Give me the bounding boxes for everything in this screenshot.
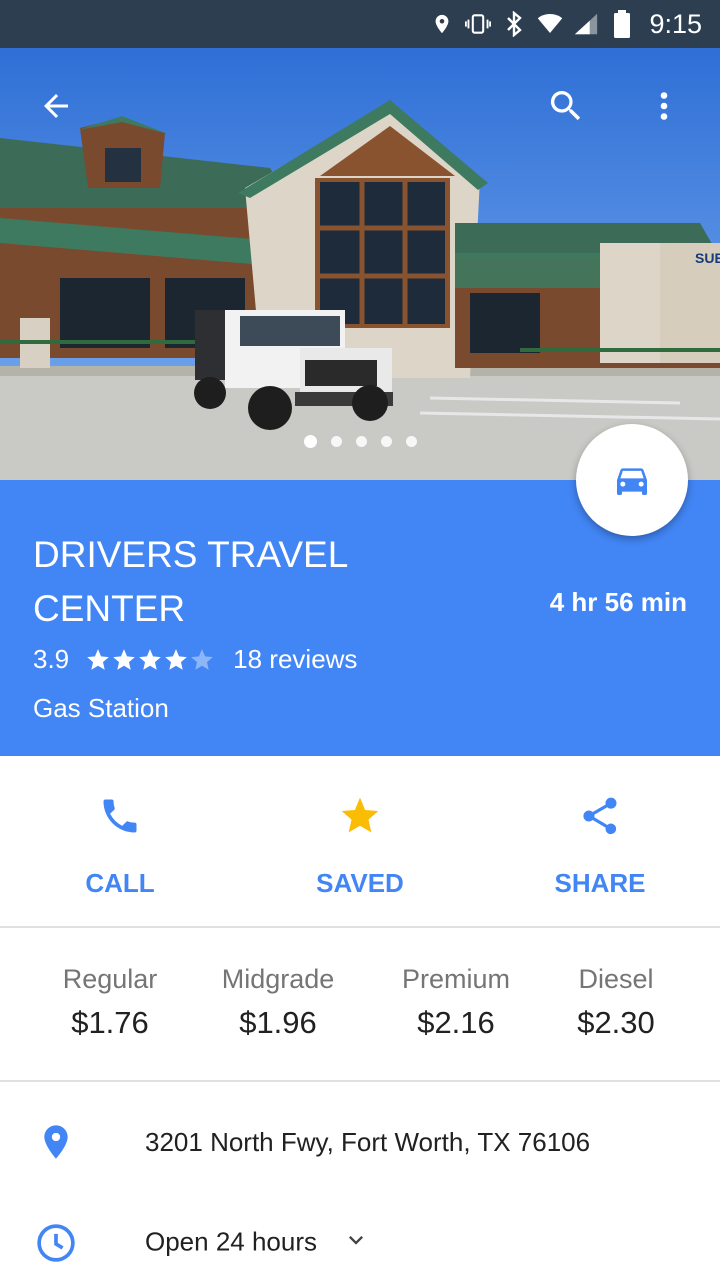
location-icon bbox=[429, 11, 455, 37]
share-icon bbox=[576, 792, 624, 840]
address-row[interactable]: 3201 North Fwy, Fort Worth, TX 76106 bbox=[0, 1102, 720, 1182]
battery-icon bbox=[609, 10, 635, 38]
price-value: $2.16 bbox=[417, 1005, 495, 1040]
phone-icon bbox=[96, 792, 144, 840]
back-arrow-icon bbox=[44, 94, 68, 118]
price-regular: Regular $1.76 bbox=[50, 964, 170, 1041]
hours-label: Open 24 hours bbox=[145, 1225, 318, 1256]
price-diesel: Diesel $2.30 bbox=[556, 964, 676, 1041]
share-label: SHARE bbox=[554, 868, 646, 898]
price-grade: Diesel bbox=[578, 964, 654, 994]
rating-row[interactable]: 3.9 18 reviews bbox=[33, 644, 357, 675]
price-grade: Premium bbox=[401, 964, 510, 994]
price-value: $1.76 bbox=[71, 1005, 149, 1040]
star-empty-icon bbox=[191, 648, 213, 670]
price-grade: Regular bbox=[62, 964, 158, 994]
more-vert-icon bbox=[660, 92, 668, 120]
hours-row[interactable]: Open 24 hours bbox=[0, 1203, 720, 1283]
directions-button[interactable] bbox=[576, 424, 688, 536]
action-bar: CALL SAVED SHARE bbox=[0, 756, 720, 928]
star-filled-icon bbox=[113, 648, 135, 670]
star-filled-icon bbox=[165, 648, 187, 670]
drive-time: 4 hr 56 min bbox=[549, 587, 687, 617]
call-button[interactable]: CALL bbox=[0, 756, 240, 926]
place-category: Gas Station bbox=[33, 693, 169, 723]
search-icon bbox=[550, 91, 581, 121]
pagination-dot[interactable] bbox=[330, 436, 342, 447]
chevron-down-icon[interactable] bbox=[342, 1226, 370, 1261]
car-icon bbox=[617, 468, 647, 495]
back-button[interactable] bbox=[28, 78, 84, 134]
clock-icon bbox=[30, 1217, 82, 1269]
photo-scene: SUB bbox=[0, 48, 720, 480]
search-button[interactable] bbox=[538, 78, 594, 134]
price-midgrade: Midgrade $1.96 bbox=[208, 964, 348, 1041]
pagination-dot[interactable] bbox=[380, 436, 392, 447]
hours-text: Open 24 hours bbox=[145, 1226, 370, 1261]
star-filled-icon bbox=[139, 648, 161, 670]
clock-time: 9:15 bbox=[649, 8, 702, 39]
more-options-button[interactable] bbox=[636, 78, 692, 134]
price-value: $2.30 bbox=[577, 1005, 655, 1040]
call-label: CALL bbox=[85, 868, 155, 898]
reviews-count[interactable]: 18 reviews bbox=[233, 644, 357, 675]
pagination-dot[interactable] bbox=[303, 435, 317, 448]
share-button[interactable]: SHARE bbox=[480, 756, 720, 926]
star-icon bbox=[336, 792, 384, 840]
pagination-dot[interactable] bbox=[355, 436, 367, 447]
gas-prices: Regular $1.76 Midgrade $1.96 Premium $2.… bbox=[0, 928, 720, 1082]
saved-label: SAVED bbox=[316, 868, 404, 898]
wifi-icon bbox=[537, 11, 563, 37]
saved-button[interactable]: SAVED bbox=[240, 756, 480, 926]
star-filled-icon bbox=[87, 648, 109, 670]
pagination-dot[interactable] bbox=[405, 436, 417, 447]
place-pin-icon bbox=[30, 1116, 82, 1168]
rating-stars bbox=[85, 647, 215, 673]
price-premium: Premium $2.16 bbox=[386, 964, 526, 1041]
price-grade: Midgrade bbox=[221, 964, 335, 994]
address-text: 3201 North Fwy, Fort Worth, TX 76106 bbox=[145, 1126, 591, 1157]
rating-value: 3.9 bbox=[33, 644, 70, 674]
place-photo[interactable]: SUB bbox=[0, 48, 720, 480]
status-bar: 9:15 bbox=[0, 0, 720, 48]
vibrate-icon bbox=[465, 11, 492, 37]
place-title: DRIVERS TRAVEL CENTER bbox=[33, 534, 347, 629]
price-value: $1.96 bbox=[239, 1005, 317, 1040]
svg-text:SUB: SUB bbox=[695, 250, 720, 266]
bluetooth-icon bbox=[501, 11, 527, 37]
signal-icon bbox=[573, 11, 599, 37]
